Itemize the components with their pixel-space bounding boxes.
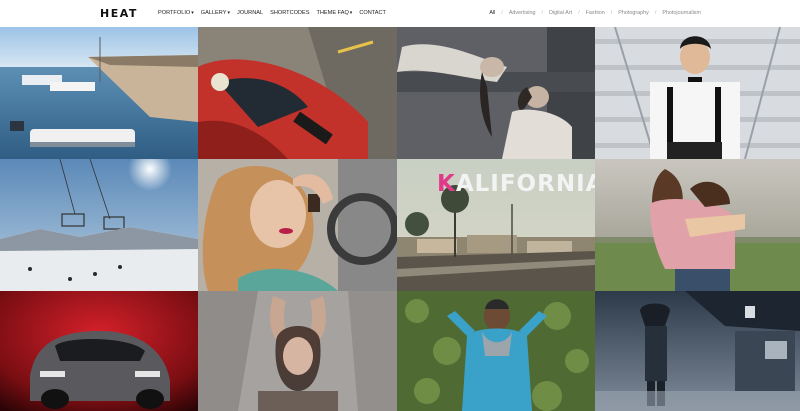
nav-item-gallery[interactable]: GALLERY▾	[201, 10, 230, 16]
man-on-stairs-image	[595, 27, 800, 159]
chevron-down-icon: ▾	[191, 10, 194, 16]
top-navigation-bar: HEAT PORTFOLIO▾ GALLERY▾ JOURNAL SHORTCO…	[0, 0, 800, 27]
portfolio-item-woman-arms-raised[interactable]	[198, 291, 397, 411]
site-logo[interactable]: HEAT	[100, 7, 138, 20]
portfolio-item-foggy-station[interactable]	[595, 291, 800, 411]
ski-lift-image	[0, 159, 198, 291]
filter-all[interactable]: All	[489, 10, 495, 16]
portfolio-filter: All / Advertising / Digital Art / Fashio…	[489, 10, 701, 16]
chevron-down-icon: ▾	[349, 10, 353, 16]
nav-item-portfolio[interactable]: PORTFOLIO▾	[158, 10, 194, 16]
red-car-dark-image	[0, 291, 198, 411]
filter-photojournalism[interactable]: Photojournalism	[662, 10, 701, 16]
embracing-couple-image	[595, 159, 800, 291]
filter-digital-art[interactable]: Digital Art	[549, 10, 572, 16]
man-in-ivy-image	[397, 291, 595, 411]
filter-photography[interactable]: Photography	[618, 10, 649, 16]
portfolio-item-kalifornia[interactable]: KALIFORNIA	[397, 159, 595, 291]
portfolio-item-ski-lift[interactable]	[0, 159, 198, 291]
reclining-woman-image	[397, 27, 595, 159]
filter-separator: /	[501, 10, 503, 16]
nav-item-contact[interactable]: CONTACT	[359, 10, 386, 16]
harbor-boats-image	[0, 27, 198, 159]
nav-item-theme-faq[interactable]: THEME FAQ▾	[316, 10, 352, 16]
portfolio-grid: KALIFORNIA	[0, 27, 800, 411]
portfolio-item-embracing-couple[interactable]	[595, 159, 800, 291]
red-sports-car-image	[198, 27, 397, 159]
filter-separator: /	[578, 10, 580, 16]
woman-arms-raised-image	[198, 291, 397, 411]
portfolio-item-man-in-ivy[interactable]	[397, 291, 595, 411]
filter-separator: /	[654, 10, 657, 16]
nav-item-shortcodes[interactable]: SHORTCODES	[270, 10, 309, 16]
blonde-woman-image	[198, 159, 397, 291]
filter-fashion[interactable]: Fashion	[586, 10, 605, 16]
filter-separator: /	[541, 10, 544, 16]
main-nav: PORTFOLIO▾ GALLERY▾ JOURNAL SHORTCODES T…	[158, 10, 386, 16]
portfolio-item-blonde-woman[interactable]	[198, 159, 397, 291]
portfolio-item-red-car-dark[interactable]	[0, 291, 198, 411]
portfolio-item-harbor-boats[interactable]	[0, 27, 198, 159]
filter-separator: /	[610, 10, 613, 16]
kalifornia-title: KALIFORNIA	[437, 171, 595, 197]
portfolio-item-man-on-stairs[interactable]	[595, 27, 800, 159]
portfolio-item-red-sports-car[interactable]	[198, 27, 397, 159]
portfolio-item-reclining-woman[interactable]	[397, 27, 595, 159]
filter-advertising[interactable]: Advertising	[509, 10, 536, 16]
foggy-station-image	[595, 291, 800, 411]
nav-item-journal[interactable]: JOURNAL	[237, 10, 263, 16]
chevron-down-icon: ▾	[227, 10, 230, 16]
